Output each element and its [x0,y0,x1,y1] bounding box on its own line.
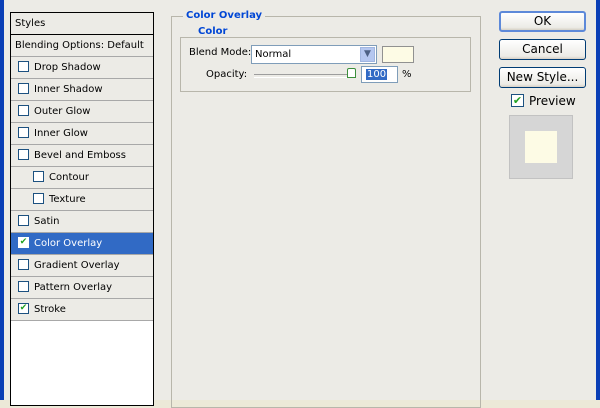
style-checkbox[interactable] [18,281,29,292]
opacity-input[interactable]: 100 [361,66,398,83]
style-item-bevel-and-emboss[interactable]: Bevel and Emboss [11,145,153,167]
style-checkbox[interactable] [18,215,29,226]
styles-list-header[interactable]: Styles [11,13,153,35]
style-item-color-overlay[interactable]: ✔ Color Overlay [11,233,153,255]
style-checkbox[interactable] [33,171,44,182]
blend-mode-value: Normal [255,49,292,60]
chevron-down-icon[interactable]: ▼ [360,47,375,62]
style-item-label: Drop Shadow [34,62,101,73]
color-overlay-title: Color Overlay [183,10,266,21]
style-item-contour[interactable]: Contour [11,167,153,189]
style-checkbox[interactable]: ✔ [18,237,29,248]
preview-checkbox[interactable]: ✔ [511,94,524,107]
style-item-label: Inner Glow [34,128,88,139]
overlay-color-swatch[interactable] [382,46,414,63]
style-item-label: Outer Glow [34,106,91,117]
style-item-label: Contour [49,172,89,183]
style-item-label: Bevel and Emboss [34,150,126,161]
style-checkbox[interactable] [33,193,44,204]
opacity-input-value: 100 [366,69,388,80]
blend-mode-select[interactable]: Normal ▼ [251,45,377,64]
style-checkbox[interactable] [18,259,29,270]
style-item-label: Blending Options: Default [15,40,144,51]
style-checkbox[interactable] [18,149,29,160]
opacity-label: Opacity: [206,69,248,80]
opacity-unit: % [402,69,412,80]
style-checkbox[interactable] [18,61,29,72]
styles-list: Styles Blending Options: Default Drop Sha… [10,12,154,406]
style-item-label: Satin [34,216,60,227]
cancel-button[interactable]: Cancel [499,39,586,60]
style-item-label: Inner Shadow [34,84,103,95]
preview-thumbnail [509,115,573,179]
style-checkbox[interactable] [18,83,29,94]
style-checkbox[interactable]: ✔ [18,303,29,314]
preview-swatch [525,131,557,163]
style-item-label: Stroke [34,304,66,315]
style-checkbox[interactable] [18,105,29,116]
style-item-inner-glow[interactable]: Inner Glow [11,123,153,145]
new-style-button[interactable]: New Style... [499,67,586,88]
style-item-label: Gradient Overlay [34,260,120,271]
blend-mode-label: Blend Mode: [189,47,252,58]
style-item-gradient-overlay[interactable]: Gradient Overlay [11,255,153,277]
style-item-outer-glow[interactable]: Outer Glow [11,101,153,123]
window-frame-right [596,0,600,400]
styles-list-items: Blending Options: Default Drop Shadow Inne… [11,35,153,321]
style-item-label: Pattern Overlay [34,282,113,293]
color-group-title: Color [195,26,231,37]
style-item-satin[interactable]: Satin [11,211,153,233]
style-item-inner-shadow[interactable]: Inner Shadow [11,79,153,101]
style-item-drop-shadow[interactable]: Drop Shadow [11,57,153,79]
style-item-blending-options-default[interactable]: Blending Options: Default [11,35,153,57]
preview-toggle[interactable]: ✔ Preview [511,94,576,108]
style-item-pattern-overlay[interactable]: Pattern Overlay [11,277,153,299]
ok-button[interactable]: OK [499,11,586,32]
opacity-slider-track[interactable] [254,74,355,78]
opacity-slider-thumb[interactable] [347,68,356,78]
style-item-label: Color Overlay [34,238,103,249]
style-item-texture[interactable]: Texture [11,189,153,211]
style-item-stroke[interactable]: ✔ Stroke [11,299,153,321]
preview-label: Preview [529,94,576,108]
style-item-label: Texture [49,194,86,205]
style-checkbox[interactable] [18,127,29,138]
